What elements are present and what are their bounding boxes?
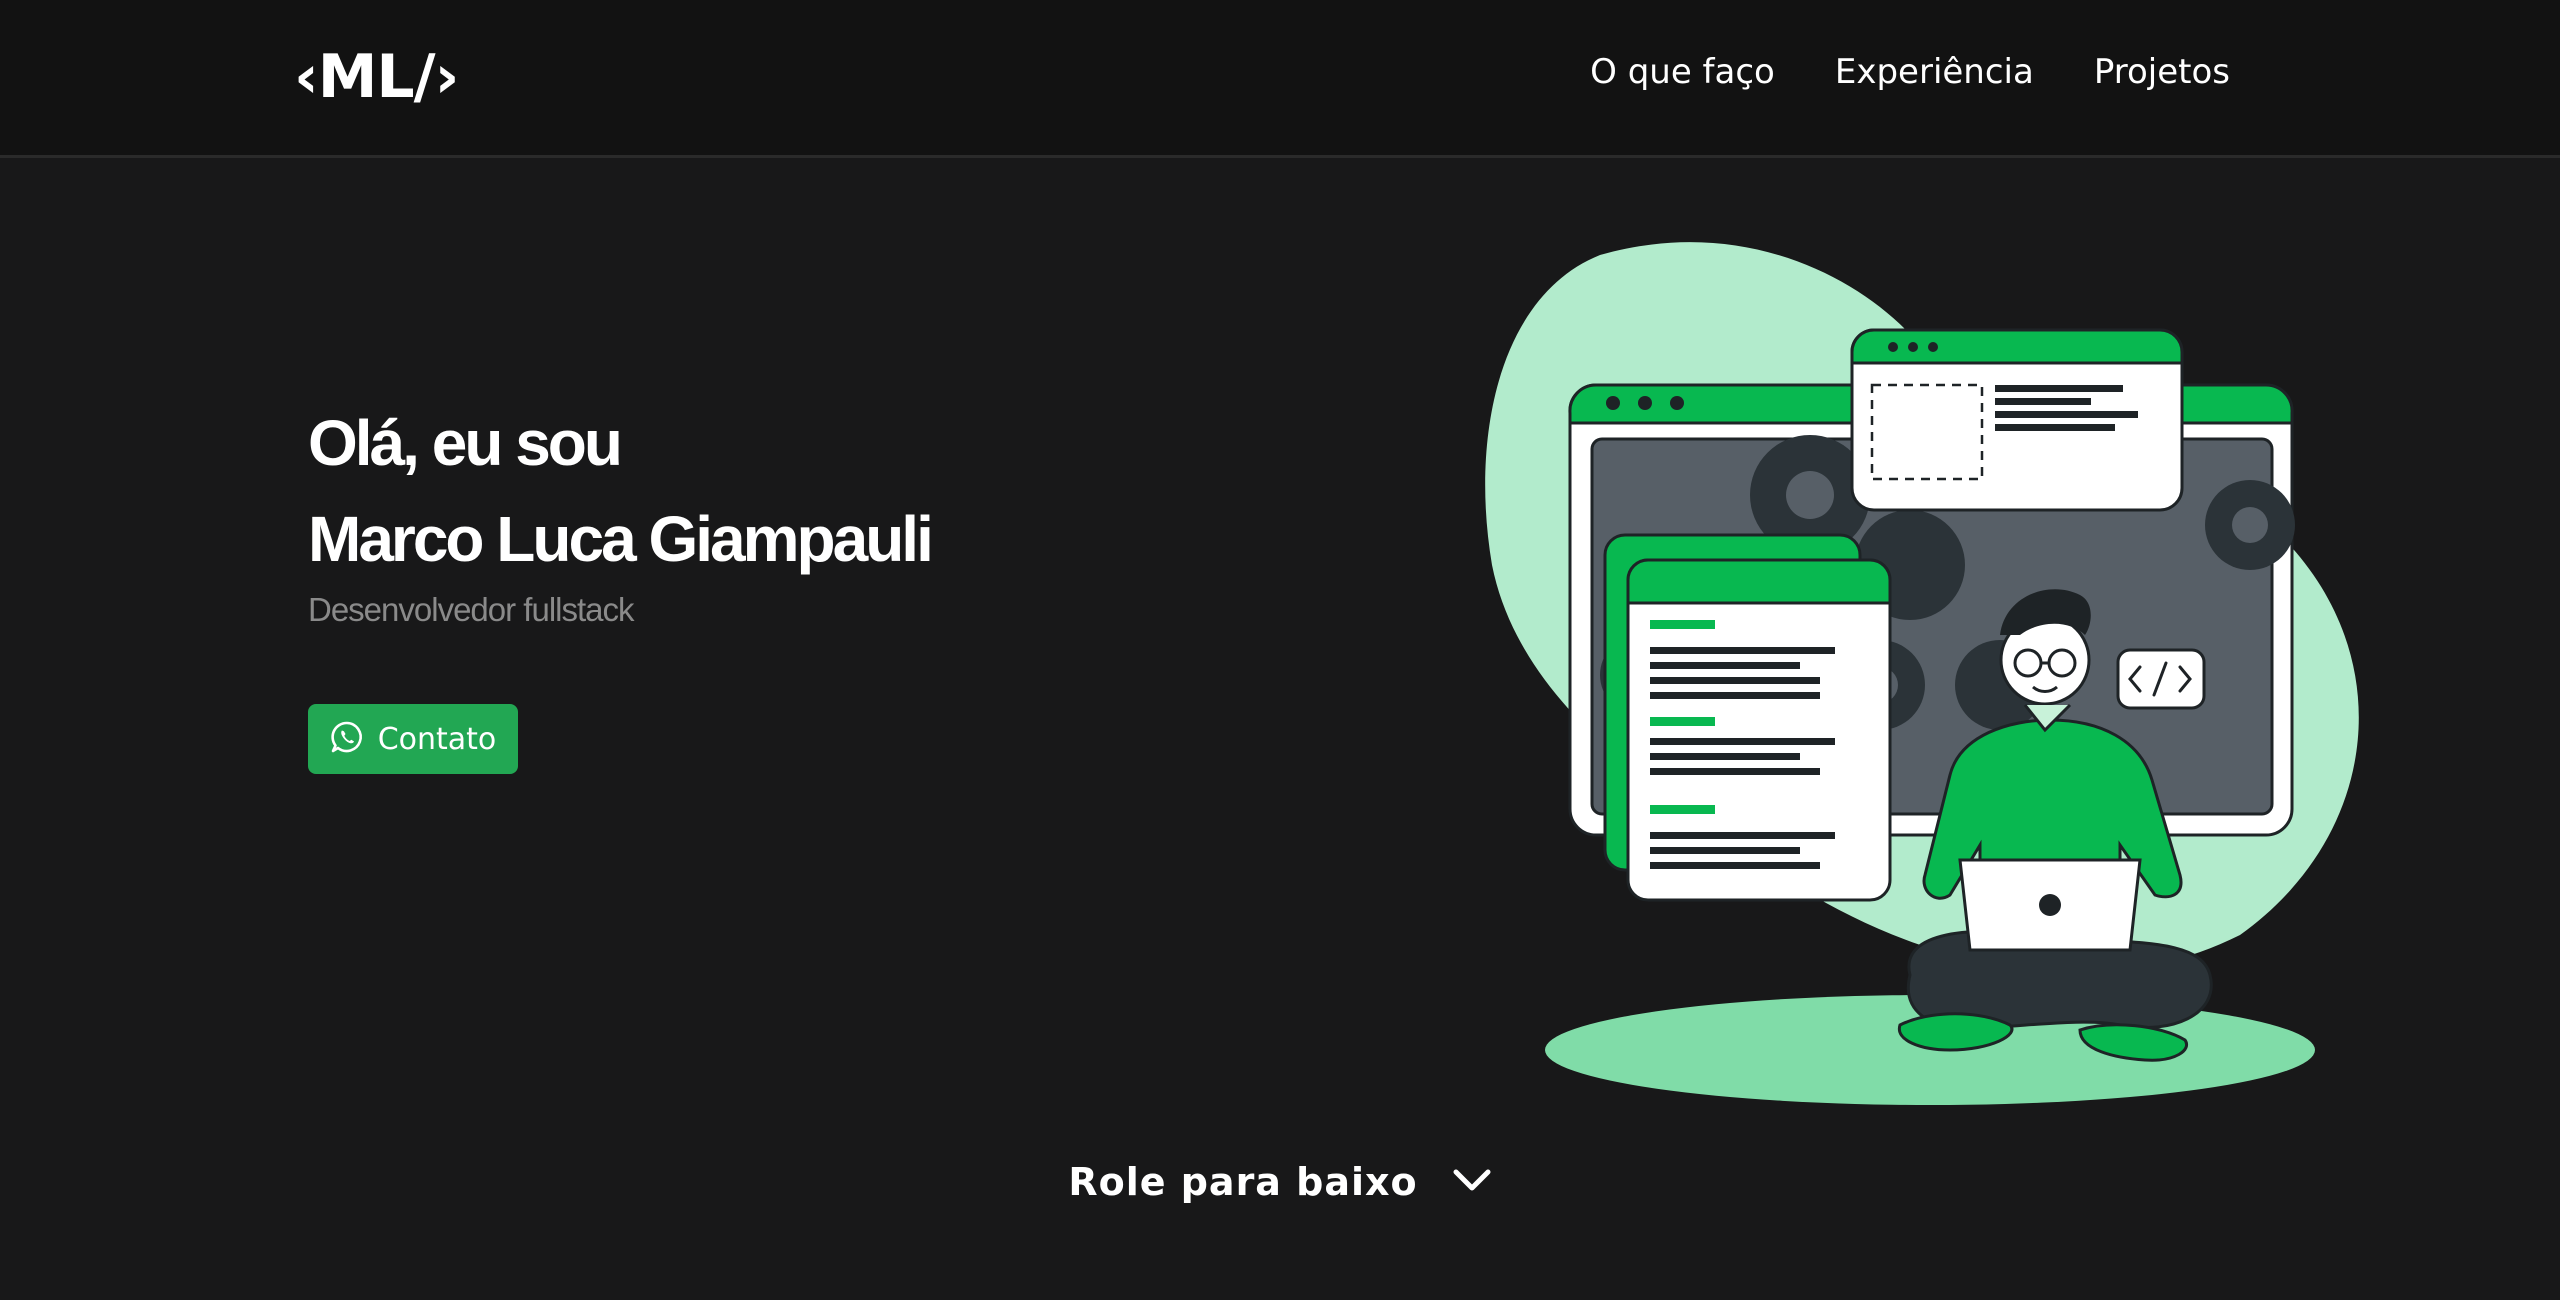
chevron-down-icon [1452,1166,1492,1199]
contact-button[interactable]: Contato [308,704,518,774]
hero-greeting: Olá, eu sou [308,407,623,479]
whatsapp-icon [330,720,364,759]
nav-link-projects[interactable]: Projetos [2094,52,2230,92]
hero-name: Marco Luca Giampauli [308,503,934,575]
browser-window-small [1850,328,2184,512]
site-header: ‹ML/› O que faço Experiência Projetos [0,0,2560,158]
scroll-down-hint[interactable]: Role para baixo [0,1160,2560,1204]
code-document [1603,533,1892,902]
developer-illustration [1485,242,2359,1105]
main-nav: O que faço Experiência Projetos [1590,52,2230,92]
hero-role: Desenvolvedor fullstack [308,591,634,628]
contact-button-label: Contato [377,721,497,757]
hero-intro: Olá, eu sou Marco Luca Giampauli Desenvo… [308,395,934,629]
nav-link-experience[interactable]: Experiência [1835,52,2034,92]
scroll-down-label: Role para baixo [1068,1160,1418,1204]
page: ‹ML/› O que faço Experiência Projetos Ol… [0,0,2560,1300]
nav-link-what-i-do[interactable]: O que faço [1590,52,1775,92]
code-tag-icon [2116,648,2206,710]
logo[interactable]: ‹ML/› [294,42,459,112]
